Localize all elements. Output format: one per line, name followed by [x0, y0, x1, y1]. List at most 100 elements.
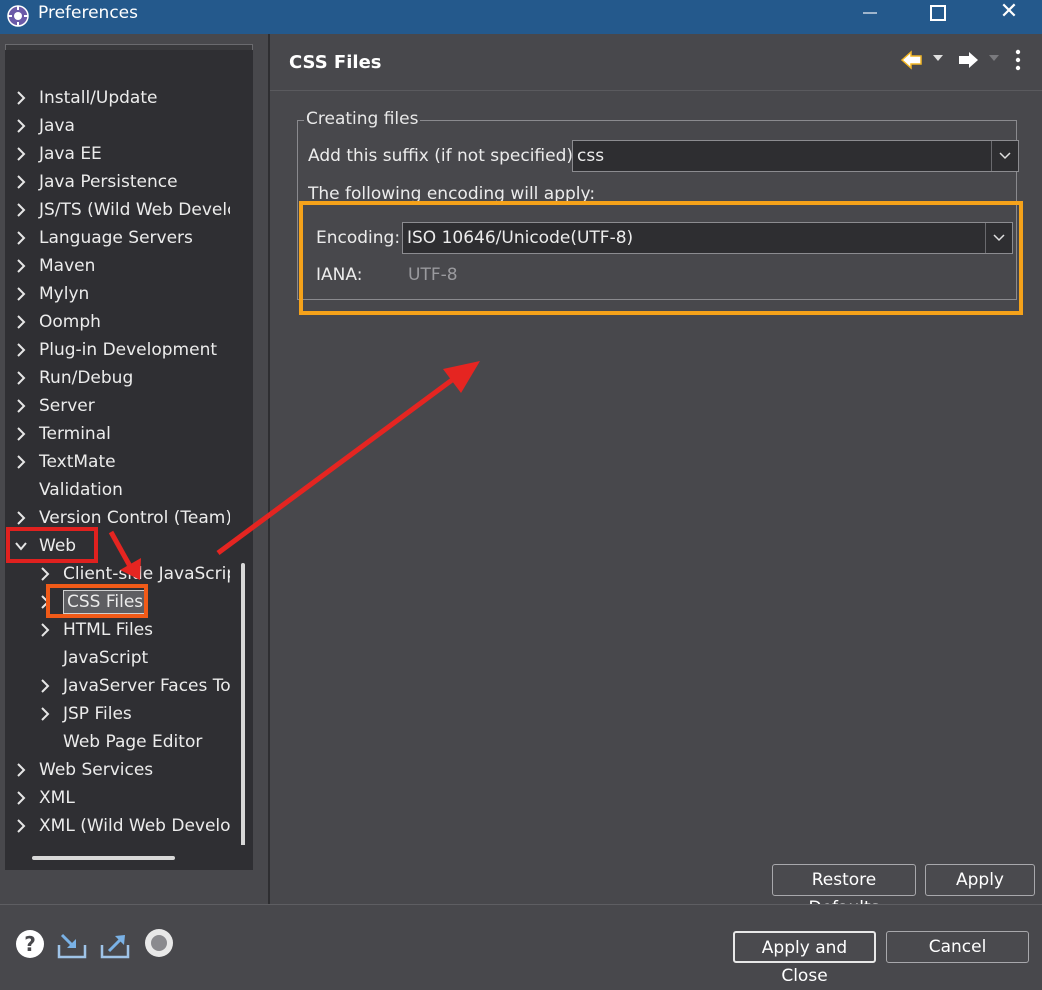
suffix-dropdown-button[interactable]	[991, 141, 1018, 171]
tree-item[interactable]: Oomph	[15, 308, 101, 336]
iana-label: IANA:	[316, 265, 363, 285]
tree-item[interactable]: Web Page Editor	[39, 728, 202, 756]
chevron-down-icon[interactable]	[15, 538, 27, 554]
cancel-button[interactable]: Cancel	[886, 931, 1029, 963]
tree-item[interactable]: Language Servers	[15, 224, 193, 252]
close-icon: ✕	[999, 0, 1019, 24]
tree-item-label: Mylyn	[39, 284, 90, 304]
tree-item-label: JS/TS (Wild Web Develc	[39, 200, 230, 220]
chevron-right-icon[interactable]	[15, 370, 27, 386]
chevron-right-icon[interactable]	[39, 566, 51, 582]
tree-viewport: Install/Update Java Java EE Java Persistenc…	[5, 80, 230, 870]
tree-item[interactable]: Run/Debug	[15, 364, 133, 392]
tree-horizontal-scroll-thumb[interactable]	[32, 856, 175, 860]
chevron-right-icon[interactable]	[39, 678, 51, 694]
forward-history-dropdown-icon[interactable]	[988, 54, 1000, 62]
import-icon[interactable]	[56, 929, 88, 961]
tree-item[interactable]: JavaScript	[39, 644, 148, 672]
tree-item-label: Client-side JavaScript	[63, 564, 230, 584]
restore-defaults-button[interactable]: Restore Defaults	[772, 864, 916, 918]
chevron-down-icon	[999, 152, 1011, 160]
encoding-value: ISO 10646/Unicode(UTF-8)	[407, 228, 634, 248]
chevron-right-icon[interactable]	[15, 790, 27, 806]
app-gear-icon	[7, 5, 29, 27]
tree-item[interactable]: XML	[15, 784, 75, 812]
tree-item[interactable]: Install/Update	[15, 84, 157, 112]
record-icon[interactable]	[143, 927, 175, 959]
chevron-right-icon[interactable]	[15, 342, 27, 358]
tree-item[interactable]: JS/TS (Wild Web Develc	[15, 196, 230, 224]
chevron-right-icon[interactable]	[15, 818, 27, 834]
tree-item-label: XML (Wild Web Develop	[39, 816, 230, 836]
tree-item[interactable]: TextMate	[15, 448, 116, 476]
tree-item[interactable]: HTML Files	[39, 616, 153, 644]
chevron-right-icon[interactable]	[39, 594, 51, 610]
chevron-right-icon[interactable]	[15, 426, 27, 442]
chevron-right-icon[interactable]	[15, 230, 27, 246]
suffix-label: Add this suffix (if not specified):	[308, 146, 579, 166]
page-title: CSS Files	[289, 52, 382, 73]
chevron-right-icon[interactable]	[15, 118, 27, 134]
tree-item[interactable]: Web Services	[15, 756, 153, 784]
tree-item[interactable]: Web	[15, 532, 76, 560]
tree-item[interactable]: Version Control (Team)	[15, 504, 230, 532]
chevron-right-icon[interactable]	[15, 454, 27, 470]
chevron-right-icon[interactable]	[15, 314, 27, 330]
minimize-icon	[863, 11, 877, 14]
title-bar: Preferences ✕	[0, 0, 1042, 34]
tree-item-label: Terminal	[39, 424, 111, 444]
encoding-dropdown-button[interactable]	[985, 223, 1012, 253]
tree-item[interactable]: Java	[15, 112, 75, 140]
tree-item-label: HTML Files	[63, 620, 154, 640]
tree-item[interactable]: CSS Files	[39, 588, 148, 616]
help-icon[interactable]: ?	[14, 928, 46, 960]
tree-item-label: Java EE	[39, 144, 102, 164]
tree-item-label: CSS Files	[63, 590, 148, 614]
tree-item[interactable]: Java Persistence	[15, 168, 178, 196]
tree-item[interactable]: Mylyn	[15, 280, 89, 308]
view-menu-icon[interactable]	[1014, 48, 1022, 72]
tree-item[interactable]: JSP Files	[39, 700, 132, 728]
tree-item-label: Plug-in Development	[39, 340, 218, 360]
tree-item[interactable]: Java EE	[15, 140, 102, 168]
tree-item-label: Install/Update	[39, 88, 158, 108]
chevron-right-icon[interactable]	[15, 510, 27, 526]
back-arrow-icon[interactable]	[900, 50, 924, 70]
window-title: Preferences	[38, 3, 138, 23]
suffix-combo[interactable]: css	[572, 140, 1019, 172]
chevron-right-icon[interactable]	[15, 286, 27, 302]
tree-item[interactable]: Client-side JavaScript	[39, 560, 230, 588]
svg-text:?: ?	[24, 932, 36, 956]
back-history-dropdown-icon[interactable]	[932, 54, 944, 62]
chevron-right-icon[interactable]	[15, 174, 27, 190]
encoding-label: Encoding:	[316, 228, 401, 248]
chevron-right-icon[interactable]	[15, 258, 27, 274]
chevron-right-icon[interactable]	[39, 706, 51, 722]
tree-item[interactable]: Terminal	[15, 420, 111, 448]
close-button[interactable]: ✕	[979, 0, 1039, 24]
apply-button[interactable]: Apply	[925, 864, 1035, 896]
encoding-combo[interactable]: ISO 10646/Unicode(UTF-8)	[402, 222, 1013, 254]
tree-vertical-scroll-thumb[interactable]	[241, 563, 245, 853]
maximize-icon	[930, 4, 946, 21]
tree-item-label: TextMate	[39, 452, 116, 472]
chevron-right-icon[interactable]	[15, 202, 27, 218]
apply-and-close-button[interactable]: Apply and Close	[733, 931, 876, 986]
export-icon[interactable]	[99, 929, 131, 961]
maximize-button[interactable]	[908, 0, 968, 24]
chevron-right-icon[interactable]	[15, 398, 27, 414]
minimize-button[interactable]	[840, 0, 900, 24]
chevron-right-icon[interactable]	[39, 622, 51, 638]
tree-item[interactable]: Validation	[15, 476, 123, 504]
chevron-right-icon[interactable]	[15, 146, 27, 162]
tree-item[interactable]: JavaServer Faces Too	[39, 672, 230, 700]
chevron-right-icon[interactable]	[15, 762, 27, 778]
tree-item[interactable]: Server	[15, 392, 95, 420]
tree-item[interactable]: Plug-in Development	[15, 336, 217, 364]
encoding-note: The following encoding will apply:	[308, 184, 596, 202]
chevron-right-icon[interactable]	[15, 90, 27, 106]
tree-item-label: Java	[39, 116, 75, 136]
tree-item[interactable]: Maven	[15, 252, 95, 280]
forward-arrow-icon[interactable]	[956, 50, 980, 70]
tree-item[interactable]: XML (Wild Web Develop	[15, 812, 230, 840]
